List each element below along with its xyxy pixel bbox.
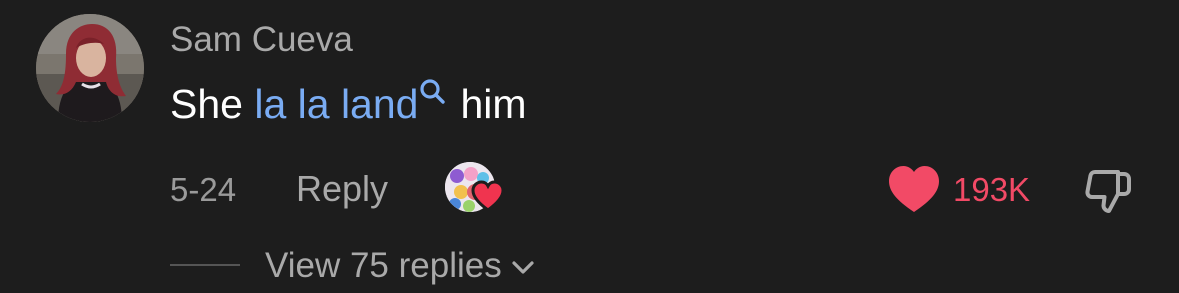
thumbs-down-icon (1085, 170, 1131, 213)
creator-liked-badge (445, 162, 507, 216)
comment-item: Sam Cueva She la la land him 5-24 Reply 1… (0, 0, 1179, 293)
comment-text-suffix: him (460, 81, 527, 127)
heart-icon (889, 166, 939, 212)
commenter-avatar[interactable] (36, 14, 144, 122)
comment-username[interactable]: Sam Cueva (170, 20, 353, 60)
chevron-down-icon (512, 261, 534, 274)
search-keyword-link[interactable]: la la land (254, 81, 418, 127)
heart-icon (471, 180, 505, 212)
view-replies-button[interactable]: View 75 replies (265, 244, 540, 288)
search-icon[interactable] (418, 77, 448, 107)
dislike-button[interactable] (1082, 164, 1134, 216)
replies-divider (170, 264, 240, 266)
comment-text: She la la land him (170, 79, 527, 129)
like-button[interactable] (886, 163, 942, 215)
reply-button[interactable]: Reply (296, 168, 388, 210)
comment-text-prefix: She (170, 81, 255, 127)
view-replies-label: View 75 replies (265, 246, 502, 285)
like-count: 193K (953, 171, 1031, 208)
comment-date: 5-24 (170, 171, 237, 208)
